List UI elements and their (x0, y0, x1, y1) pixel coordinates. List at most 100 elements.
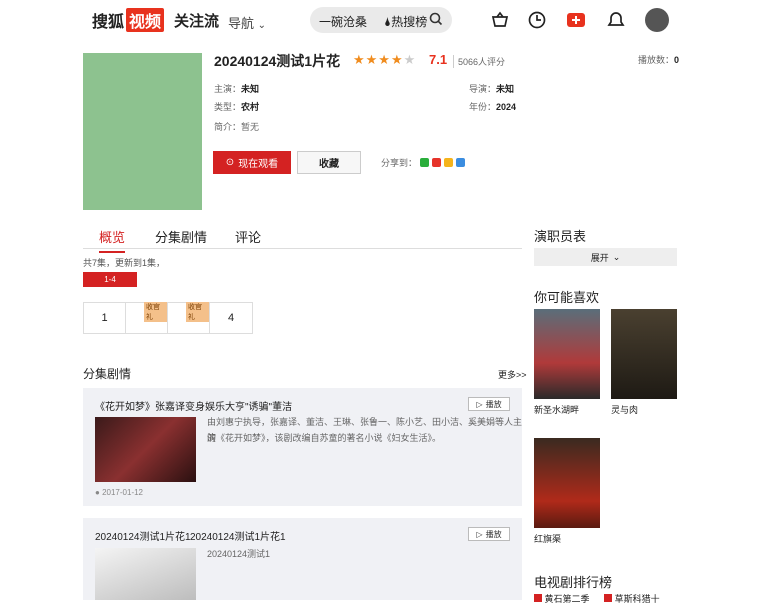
actor-row: 主演：未知 (214, 82, 259, 95)
share-label: 分享到： (381, 158, 418, 168)
notification-bell-icon[interactable] (606, 10, 626, 30)
type-label: 类型： (214, 102, 242, 112)
cast-title: 演职员表 (534, 229, 587, 244)
qzone-icon[interactable] (444, 158, 454, 167)
episode-number: 1 (101, 312, 108, 324)
upload-plus-icon[interactable] (566, 10, 586, 30)
video-poster[interactable] (83, 53, 202, 210)
plot-date-value: 2017-01-12 (102, 488, 143, 497)
plot-thumbnail[interactable] (95, 548, 196, 600)
plot-card-title[interactable]: 《花开如梦》张嘉译变身娱乐大亨"诱骗"董洁 (95, 398, 292, 413)
search-bar[interactable]: 一碗沧桑 🌢热搜榜 (310, 7, 452, 33)
plot-date: ● 2017-01-12 (95, 488, 143, 497)
empty-star: ★ (403, 52, 417, 67)
nav-menu[interactable]: 导航 ⌄ (228, 13, 266, 32)
rank-item[interactable]: 草斯科猎十 (615, 594, 660, 604)
plot-desc-line: 的《花开如梦》，该剧改编自苏童的著名小说《妇女生活》。 (207, 433, 442, 443)
tab-comments[interactable]: 评论 (235, 227, 261, 246)
chevron-down-icon: ⌄ (612, 251, 621, 262)
wechat-icon[interactable] (420, 158, 430, 167)
type-row: 类型：农村 (214, 100, 259, 113)
director-label: 导演： (469, 84, 497, 94)
director-row: 导演：未知 (469, 82, 514, 95)
episode-range-tab[interactable]: 1-4 (83, 272, 137, 287)
plot-desc-line: 20240124测试1 (207, 549, 271, 559)
intro-value: 暂无 (241, 122, 260, 132)
content-tabs: 概览 分集剧情 评论 (83, 224, 522, 253)
plot-card: 20240124测试1片花1 20240124测试1片花1 ▷ 播放 202401… (83, 518, 522, 600)
episode-cell[interactable]: 4 (210, 303, 252, 333)
rank-list: 黄石第二季 草斯科猎十 (534, 592, 660, 605)
logo-box: 视频 (126, 8, 165, 32)
episode-tag: 收官礼 (144, 302, 167, 322)
play-button[interactable]: ▷ 播放 (468, 527, 510, 541)
favorite-button[interactable]: 收藏 (297, 151, 361, 174)
expand-label: 展开 (590, 252, 609, 263)
rank-item[interactable]: 黄石第二季 (545, 594, 590, 604)
episode-info: 共7集，更新到1集， (83, 258, 166, 268)
clock-icon: ● (95, 488, 100, 497)
director-value: 未知 (496, 84, 515, 94)
qq-icon[interactable] (456, 158, 466, 167)
episode-number: 4 (227, 312, 235, 324)
plot-thumbnail[interactable] (95, 417, 196, 482)
recommend-poster[interactable] (534, 438, 600, 528)
watch-now-button[interactable]: ⊙ 现在观看 (213, 151, 291, 174)
recommend-item[interactable]: 灵与肉 (611, 309, 677, 416)
weibo-icon[interactable] (432, 158, 442, 167)
play-button[interactable]: ▷ 播放 (468, 397, 510, 411)
hot-search-label: 热搜榜 (391, 15, 428, 29)
episode-cell[interactable]: 收官礼3 (168, 302, 210, 333)
tab-overview[interactable]: 概览 (99, 227, 126, 253)
expand-button[interactable]: 展开 ⌄ (534, 248, 677, 266)
plot-card: 《花开如梦》张嘉译变身娱乐大亨"诱骗"董洁 ▷ 播放 由刘惠宁执导，张嘉译、董洁、… (83, 388, 522, 506)
plot-card-title[interactable]: 20240124测试1片花1 (190, 528, 286, 543)
rating-stars: ★★★★★ (353, 52, 416, 68)
more-link[interactable]: 更多>> (498, 368, 527, 381)
recommend-item[interactable]: 红旗渠 (534, 438, 600, 545)
share-bar: 分享到： (381, 156, 466, 169)
recommend-item[interactable]: 新圣水湖畔 (534, 309, 600, 416)
play-icon: ▷ (476, 529, 483, 539)
watch-now-label: 现在观看 (238, 159, 279, 170)
intro-row: 简介：暂无 (214, 120, 259, 133)
play-label: 播放 (485, 529, 502, 539)
episode-cell[interactable]: 收官礼2 (126, 302, 168, 333)
hot-search-link[interactable]: 🌢热搜榜 (384, 13, 427, 30)
user-avatar[interactable] (645, 8, 669, 32)
site-logo[interactable]: 搜狐 视频 关注流 (92, 8, 219, 32)
rating-score: 7.1 (429, 52, 448, 67)
play-circle-icon: ⊙ (225, 157, 235, 168)
year-value: 2024 (496, 102, 517, 112)
episode-grid: 1 收官礼2 收官礼3 4 (83, 302, 253, 334)
recommend-poster[interactable] (534, 309, 600, 399)
recommend-poster[interactable] (611, 309, 677, 399)
basket-icon[interactable] (490, 10, 510, 30)
recommend-name[interactable]: 灵与肉 (611, 403, 677, 416)
episode-tag: 收官礼 (186, 302, 209, 322)
rank-badge (604, 594, 613, 602)
nav-label: 导航 (228, 16, 255, 31)
recommend-name[interactable]: 红旗渠 (534, 532, 600, 545)
filled-stars: ★★★★ (353, 52, 404, 67)
follow-stream-link[interactable]: 关注流 (174, 10, 219, 31)
rank-title: 电视剧排行榜 (534, 575, 613, 590)
chevron-down-icon: ⌄ (257, 20, 267, 31)
play-count: 播放数：0 (638, 53, 679, 66)
search-icon[interactable] (428, 11, 444, 27)
video-title: 20240124测试1片花 (214, 53, 341, 69)
year-row: 年份：2024 (469, 100, 516, 113)
history-clock-icon[interactable] (527, 10, 547, 30)
search-query[interactable]: 一碗沧桑 (319, 13, 367, 30)
actor-value: 未知 (241, 84, 260, 94)
play-count-label: 播放数： (638, 55, 675, 65)
episode-cell[interactable]: 1 (84, 303, 126, 333)
recommend-title: 你可能喜欢 (534, 290, 600, 305)
recommend-name[interactable]: 新圣水湖畔 (534, 403, 600, 416)
plot-section-title: 分集剧情 (83, 367, 132, 381)
play-label: 播放 (485, 399, 502, 409)
actor-label: 主演： (214, 84, 242, 94)
tab-episodes[interactable]: 分集剧情 (155, 227, 207, 246)
rating-count: 5066人评分 (453, 55, 505, 68)
plot-card-title[interactable]: 20240124测试1片花1 (95, 528, 191, 543)
